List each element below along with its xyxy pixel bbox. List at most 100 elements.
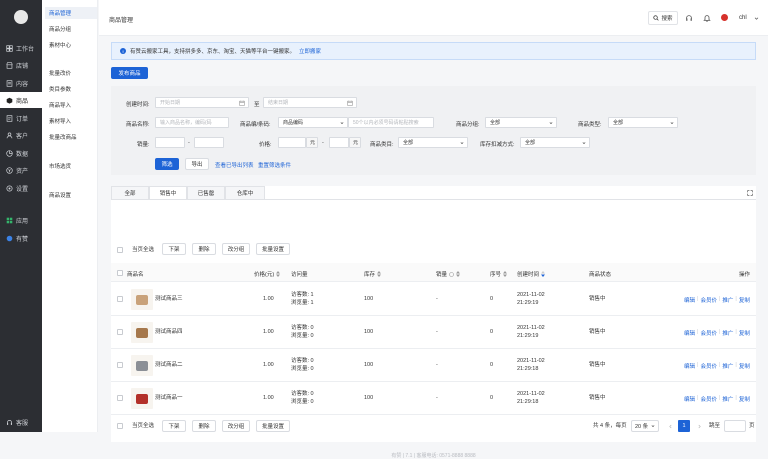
- goods-name-link[interactable]: 测试商品一: [155, 395, 183, 402]
- page-size-select[interactable]: 20 条: [631, 420, 659, 432]
- nav-item-customer[interactable]: 客户: [0, 127, 42, 143]
- goods-name-link[interactable]: 测试商品四: [155, 329, 183, 336]
- goods-type-select[interactable]: 全部: [608, 117, 678, 128]
- sub-nav-item[interactable]: 商品导入: [45, 99, 97, 111]
- row-action-0[interactable]: 编辑: [684, 296, 695, 304]
- nav-item-content[interactable]: 内容: [0, 75, 42, 91]
- nav-item-order[interactable]: 订单: [0, 110, 42, 126]
- row-action-1[interactable]: 会员价: [700, 362, 717, 370]
- fullscreen-icon[interactable]: [747, 190, 753, 196]
- row-checkbox[interactable]: [117, 395, 123, 401]
- start-date-input[interactable]: 开始日期: [155, 97, 249, 108]
- row-action-2[interactable]: 推广: [722, 296, 733, 304]
- row-action-2[interactable]: 推广: [722, 329, 733, 337]
- filter-button[interactable]: 筛选: [155, 158, 179, 170]
- category-select[interactable]: 全部: [398, 137, 468, 148]
- view-exported-link[interactable]: 查看已导出列表: [215, 161, 254, 169]
- reset-filter-link[interactable]: 重置筛选条件: [258, 161, 291, 169]
- change-group-button[interactable]: 改分组: [222, 243, 250, 255]
- goods-group-select[interactable]: 全部: [485, 117, 557, 128]
- nav-item-youzan[interactable]: 有赞: [0, 230, 42, 246]
- select-all-checkbox-bottom[interactable]: [117, 423, 123, 429]
- row-action-1[interactable]: 会员价: [700, 395, 717, 403]
- col-created-time[interactable]: 创建时间: [517, 270, 546, 278]
- row-action-2[interactable]: 推广: [722, 362, 733, 370]
- next-page-button[interactable]: [693, 420, 705, 432]
- row-action-1[interactable]: 会员价: [700, 329, 717, 337]
- row-action-0[interactable]: 编辑: [684, 395, 695, 403]
- jump-page-input[interactable]: [724, 420, 746, 432]
- goods-name-link[interactable]: 测试商品二: [155, 362, 183, 369]
- page-1-button[interactable]: 1: [678, 420, 690, 432]
- row-action-3[interactable]: 复制: [739, 395, 750, 403]
- row-action-0[interactable]: 编辑: [684, 329, 695, 337]
- header-checkbox[interactable]: [117, 270, 123, 276]
- tab-on-sale[interactable]: 销售中: [149, 186, 187, 199]
- goods-thumbnail[interactable]: [131, 322, 153, 343]
- row-action-3[interactable]: 复制: [739, 329, 750, 337]
- col-sales[interactable]: 销量: [436, 270, 461, 278]
- delete-button[interactable]: 删除: [192, 243, 216, 255]
- nav-item-asset[interactable]: 资产: [0, 162, 42, 178]
- col-stock[interactable]: 库存: [364, 270, 382, 278]
- sub-nav-item[interactable]: 商品管理: [45, 7, 97, 19]
- prev-page-button[interactable]: [664, 420, 676, 432]
- goods-thumbnail[interactable]: [131, 289, 153, 310]
- goods-name-input[interactable]: 输入商品名称，编码(码: [155, 117, 229, 128]
- goods-code-input[interactable]: 50个以内必须号码请粘贴搜索: [348, 117, 434, 128]
- batch-settings-button[interactable]: 批量设置: [256, 243, 290, 255]
- nav-item-settings[interactable]: 设置: [0, 180, 42, 196]
- nav-item-store[interactable]: 店铺: [0, 57, 42, 73]
- row-action-2[interactable]: 推广: [722, 395, 733, 403]
- nav-item-apps[interactable]: 应用: [0, 212, 42, 228]
- sub-nav-item[interactable]: 商品设置: [45, 189, 97, 201]
- nav-item-goods[interactable]: 商品: [0, 92, 42, 108]
- off-shelf-button-bottom[interactable]: 下架: [162, 420, 186, 432]
- end-date-input[interactable]: 结束日期: [263, 97, 357, 108]
- sub-nav-item[interactable]: 批量改价: [45, 67, 97, 79]
- user-name[interactable]: chl: [739, 15, 747, 21]
- notice-link[interactable]: 立即搬家: [299, 47, 321, 55]
- stock-deduct-select[interactable]: 全部: [520, 137, 590, 148]
- select-all-checkbox[interactable]: [117, 247, 123, 253]
- store-logo[interactable]: [14, 10, 28, 24]
- tab-warehouse[interactable]: 仓库中: [225, 186, 265, 199]
- row-checkbox[interactable]: [117, 329, 123, 335]
- delete-button-bottom[interactable]: 删除: [192, 420, 216, 432]
- row-checkbox[interactable]: [117, 362, 123, 368]
- row-action-3[interactable]: 复制: [739, 296, 750, 304]
- goods-name-link[interactable]: 测试商品三: [155, 296, 183, 303]
- goods-thumbnail[interactable]: [131, 388, 153, 409]
- sub-nav-item[interactable]: 市场选货: [45, 160, 97, 172]
- nav-item-data[interactable]: 数据: [0, 145, 42, 161]
- col-seq[interactable]: 序号: [490, 270, 508, 278]
- col-price[interactable]: 价格(元): [254, 270, 281, 278]
- sub-nav-item[interactable]: 素材导入: [45, 115, 97, 127]
- customer-service[interactable]: 客服: [0, 414, 42, 430]
- price-min-input[interactable]: [278, 137, 306, 148]
- off-shelf-button[interactable]: 下架: [162, 243, 186, 255]
- batch-settings-button-bottom[interactable]: 批量设置: [256, 420, 290, 432]
- row-action-1[interactable]: 会员价: [700, 296, 717, 304]
- bell-icon[interactable]: [703, 14, 711, 22]
- search-button[interactable]: 搜索: [648, 11, 678, 25]
- sub-nav-item[interactable]: 商品分组: [45, 23, 97, 35]
- sub-nav-item[interactable]: 类目参数: [45, 83, 97, 95]
- headset-icon[interactable]: [685, 14, 693, 22]
- export-button[interactable]: 导出: [185, 158, 209, 170]
- tab-all[interactable]: 全部: [111, 186, 149, 199]
- sales-min-input[interactable]: [155, 137, 185, 148]
- publish-goods-button[interactable]: 发布商品: [111, 67, 148, 79]
- change-group-button-bottom[interactable]: 改分组: [222, 420, 250, 432]
- sub-nav-item[interactable]: 素材中心: [45, 39, 97, 51]
- goods-thumbnail[interactable]: [131, 355, 153, 376]
- tab-sold-out[interactable]: 已售罄: [187, 186, 225, 199]
- user-avatar[interactable]: [721, 14, 728, 21]
- nav-item-dashboard[interactable]: 工作台: [0, 40, 42, 56]
- price-max-input[interactable]: [329, 137, 349, 148]
- row-checkbox[interactable]: [117, 296, 123, 302]
- sales-max-input[interactable]: [194, 137, 224, 148]
- code-type-select[interactable]: 商品编码: [278, 117, 348, 128]
- sub-nav-item[interactable]: 批量改商品: [45, 131, 97, 143]
- row-action-3[interactable]: 复制: [739, 362, 750, 370]
